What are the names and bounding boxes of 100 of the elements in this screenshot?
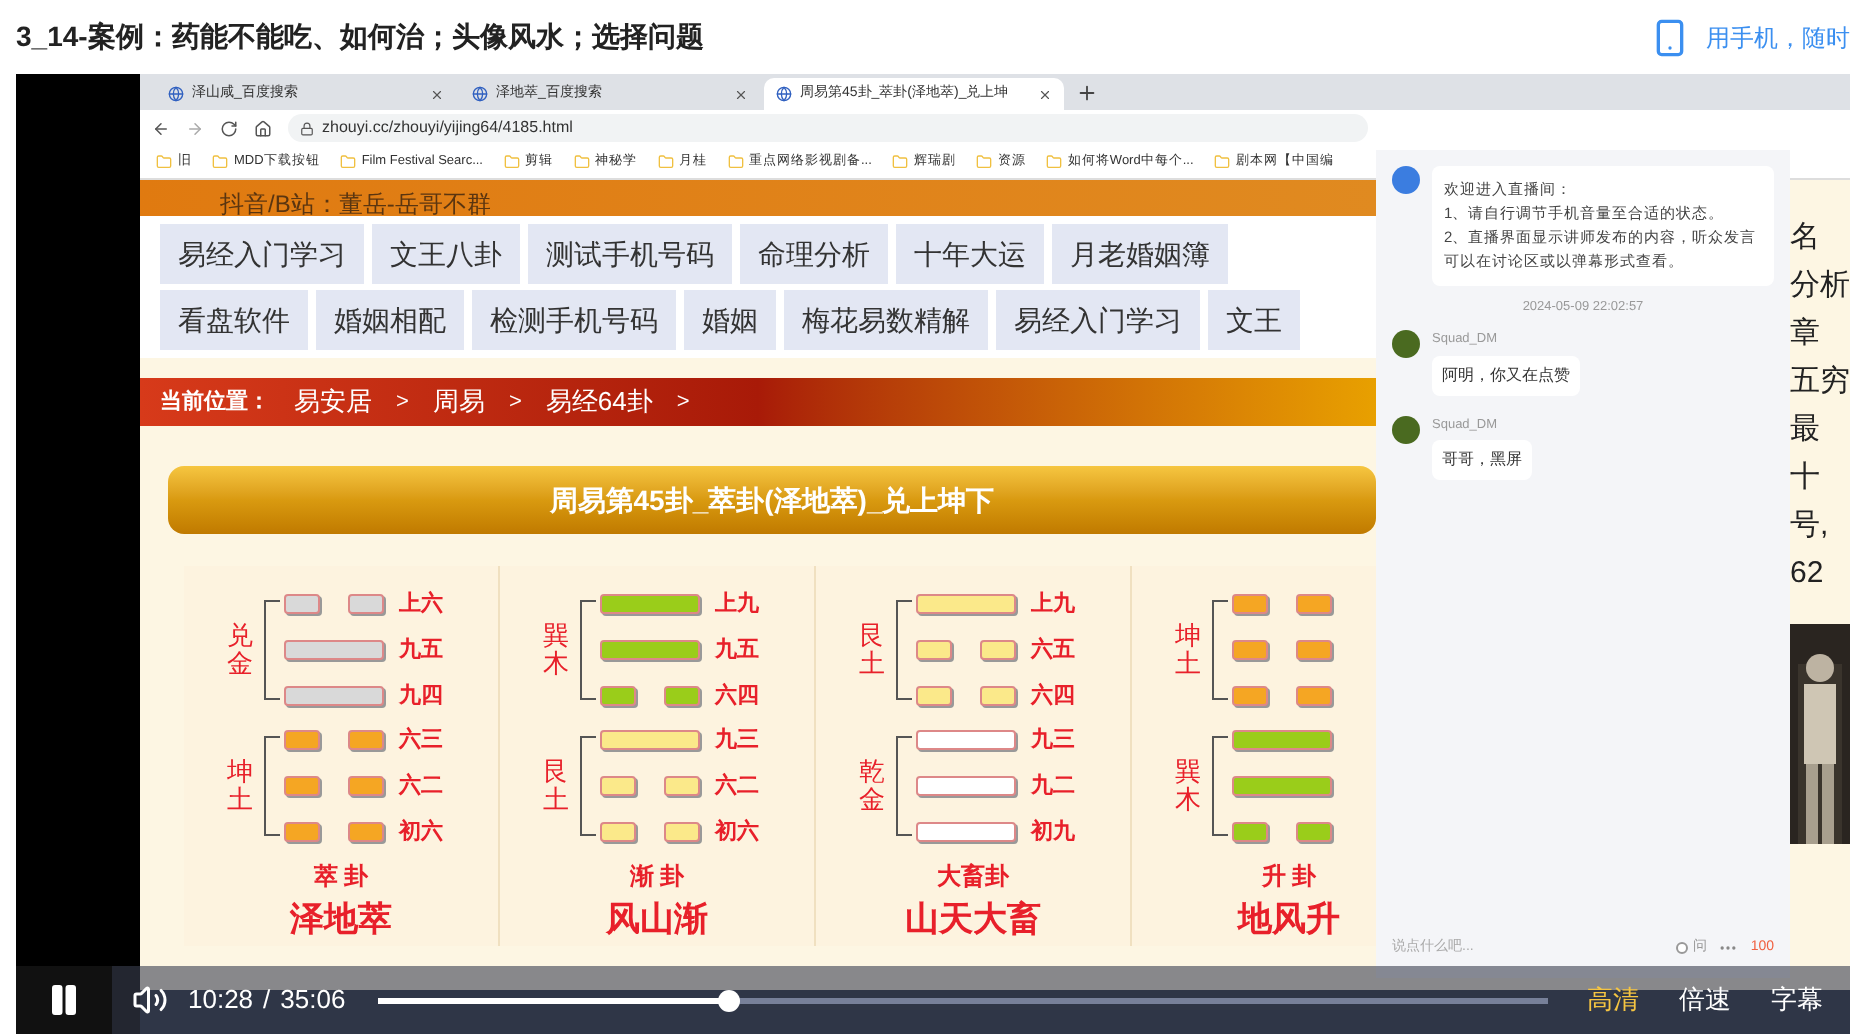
title-banner: 周易第45卦_萃卦(泽地萃)_兑上坤下 — [168, 466, 1376, 534]
hexagram-name: 山天大畜 — [905, 898, 1041, 942]
line-label: 九五 — [715, 635, 761, 666]
breadcrumb-separator: > — [508, 387, 522, 418]
pause-button[interactable] — [46, 982, 82, 1018]
folder-icon — [891, 154, 908, 170]
page-text: 十 — [1790, 460, 1820, 496]
page-text: 名 — [1790, 220, 1820, 256]
line-label: 九三 — [1031, 725, 1077, 756]
bracket — [1211, 736, 1227, 836]
trigram-label: 巽木 — [543, 621, 571, 679]
nav-link[interactable]: 看盘软件 — [160, 290, 308, 350]
hexagram-name: 风山渐 — [606, 898, 708, 942]
folder-icon — [156, 154, 172, 170]
current-time: 10:28 — [188, 982, 254, 1019]
globe-icon — [168, 86, 184, 102]
breadcrumb-link[interactable]: 易经64卦 — [545, 382, 653, 422]
trigram-label: 艮土 — [543, 757, 571, 815]
back-icon[interactable] — [152, 119, 170, 137]
nav-link[interactable]: 检测手机号码 — [472, 290, 676, 350]
folder-icon — [975, 154, 992, 170]
close-icon[interactable] — [430, 87, 444, 101]
nav-link[interactable]: 易经入门学习 — [160, 224, 364, 284]
hexagram-name: 地风升 — [1238, 898, 1340, 942]
nav-link[interactable]: 测试手机号码 — [528, 224, 732, 284]
hexagram-short-name: 大畜卦 — [937, 860, 1009, 894]
bracket — [263, 600, 279, 700]
nav-link[interactable]: 月老婚姻簿 — [1052, 224, 1228, 284]
trigram-label: 坤土 — [1175, 621, 1203, 679]
nav-link[interactable]: 婚姻相配 — [316, 290, 464, 350]
top-note: 抖音/B站：董岳-岳哥不群 — [220, 190, 491, 218]
bracket — [895, 600, 911, 700]
nav-link[interactable]: 梅花易数精解 — [784, 290, 988, 350]
url-field[interactable]: zhouyi.cc/zhouyi/yijing64/4185.html — [288, 114, 1368, 142]
folder-icon — [657, 154, 673, 170]
page-text: 五穷 — [1790, 364, 1850, 400]
player-option[interactable]: 字幕 — [1771, 980, 1824, 1020]
reload-icon[interactable] — [220, 119, 238, 137]
breadcrumb-link[interactable]: 周易 — [432, 382, 485, 422]
nav-link[interactable]: 文王 — [1208, 290, 1300, 350]
page-text: 最 — [1790, 412, 1820, 448]
line-label: 六二 — [399, 771, 445, 802]
bracket — [579, 600, 595, 700]
nav-link[interactable]: 易经入门学习 — [996, 290, 1200, 350]
breadcrumb-separator: > — [396, 387, 409, 418]
new-tab-icon[interactable] — [1076, 82, 1098, 104]
globe-icon — [472, 86, 488, 102]
line-label: 初九 — [1031, 817, 1077, 848]
breadcrumb-link[interactable]: 易安居 — [294, 382, 372, 422]
line-label: 六四 — [1031, 681, 1077, 712]
trigram-label: 乾金 — [859, 757, 887, 815]
lock-icon — [300, 121, 314, 135]
home-icon[interactable] — [254, 119, 272, 137]
folder-icon — [1045, 154, 1062, 170]
chat-message: 哥哥，黑屏 — [1432, 440, 1532, 481]
chat-message: 阿明，你又在点赞 — [1432, 355, 1580, 395]
page-text: 分析 — [1790, 268, 1850, 304]
video-title: 3_14-案例：药能不能吃、如何治；头像风水；选择问题 — [16, 18, 704, 56]
hexagram-short-name: 渐 卦 — [629, 860, 685, 894]
nav-link[interactable]: 十年大运 — [896, 224, 1044, 284]
bracket — [895, 736, 911, 836]
folder-icon — [1213, 154, 1230, 170]
nav-link[interactable]: 命理分析 — [740, 224, 888, 284]
player-option[interactable]: 高清 — [1587, 980, 1640, 1020]
line-label: 九五 — [399, 635, 445, 666]
hexagram-name: 泽地萃 — [290, 898, 392, 942]
bracket — [263, 736, 279, 836]
breadcrumb-separator: > — [676, 387, 690, 418]
hexagram-short-name: 萃 卦 — [313, 860, 369, 894]
checkbox[interactable] — [1676, 941, 1689, 954]
player-option[interactable]: 倍速 — [1679, 980, 1732, 1020]
line-label: 九三 — [715, 725, 761, 756]
volume-icon[interactable] — [132, 982, 168, 1018]
folder-icon — [503, 154, 519, 170]
line-label: 上六 — [399, 589, 445, 620]
bracket — [579, 736, 595, 836]
bracket — [1211, 600, 1227, 700]
nav-link[interactable]: 文王八卦 — [372, 224, 520, 284]
line-label: 上九 — [1031, 589, 1077, 620]
folder-icon — [573, 154, 589, 170]
folder-icon — [727, 154, 743, 170]
hexagram-short-name: 升 卦 — [1261, 860, 1317, 894]
line-label: 六二 — [715, 771, 761, 802]
trigram-label: 巽木 — [1175, 757, 1203, 815]
duration: 35:06 — [280, 982, 346, 1019]
line-label: 六三 — [399, 725, 445, 756]
line-label: 上九 — [715, 589, 761, 620]
line-label: 六五 — [1031, 635, 1077, 666]
line-label: 九四 — [399, 681, 445, 712]
close-icon[interactable] — [734, 87, 748, 101]
folder-icon — [212, 154, 228, 170]
nav-link[interactable]: 婚姻 — [684, 290, 776, 350]
globe-icon — [776, 86, 792, 102]
close-icon[interactable] — [1038, 87, 1052, 101]
trigram-label: 坤土 — [227, 757, 255, 815]
line-label: 九二 — [1031, 771, 1077, 802]
avatar — [1392, 329, 1420, 358]
page-text: 号, — [1790, 508, 1829, 544]
line-label: 初六 — [715, 817, 761, 848]
page-text: 章 — [1790, 316, 1820, 352]
